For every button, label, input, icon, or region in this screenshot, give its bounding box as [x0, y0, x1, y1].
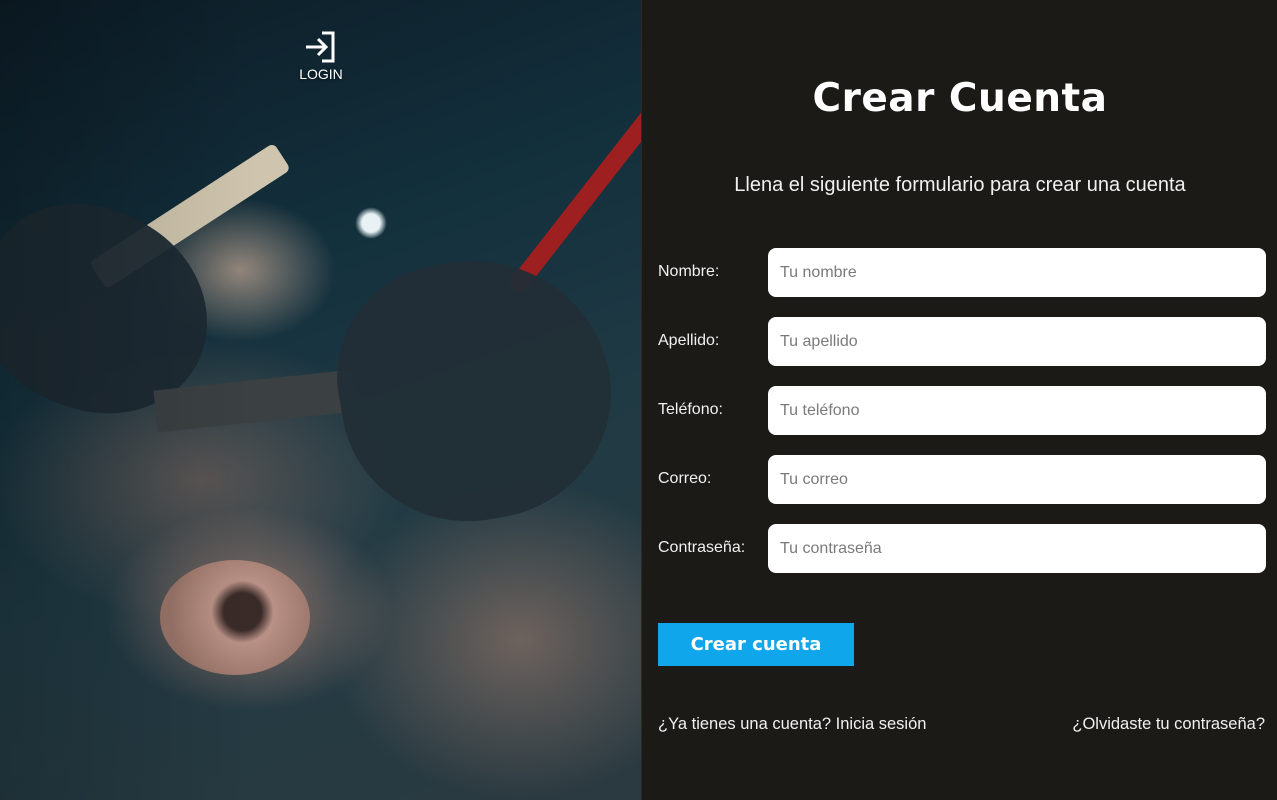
email-input[interactable]: [768, 455, 1266, 504]
first-name-input[interactable]: [768, 248, 1266, 297]
phone-input[interactable]: [768, 386, 1266, 435]
photo-shade: [0, 0, 641, 800]
create-account-button[interactable]: Crear cuenta: [658, 623, 854, 666]
login-link[interactable]: LOGIN: [290, 30, 352, 82]
login-arrow-icon: [290, 30, 352, 64]
last-name-label: Apellido:: [658, 332, 720, 349]
barber-photo: LOGIN: [0, 0, 641, 800]
password-row: Contraseña:: [658, 524, 1266, 573]
login-label: LOGIN: [299, 66, 343, 82]
last-name-input[interactable]: [768, 317, 1266, 366]
password-label: Contraseña:: [658, 539, 746, 556]
page-title: Crear Cuenta: [812, 76, 1108, 121]
email-label: Correo:: [658, 470, 712, 487]
first-name-row: Nombre:: [658, 248, 1266, 297]
password-input[interactable]: [768, 524, 1266, 573]
page-subtitle: Llena el siguiente formulario para crear…: [734, 174, 1186, 196]
login-prompt-link[interactable]: ¿Ya tienes una cuenta? Inicia sesión: [658, 715, 926, 734]
first-name-label: Nombre:: [658, 263, 720, 280]
forgot-password-link[interactable]: ¿Olvidaste tu contraseña?: [1072, 715, 1265, 734]
phone-row: Teléfono:: [658, 386, 1266, 435]
phone-label: Teléfono:: [658, 401, 723, 418]
signup-panel: Crear Cuenta Llena el siguiente formular…: [641, 0, 1277, 800]
email-row: Correo:: [658, 455, 1266, 504]
last-name-row: Apellido:: [658, 317, 1266, 366]
